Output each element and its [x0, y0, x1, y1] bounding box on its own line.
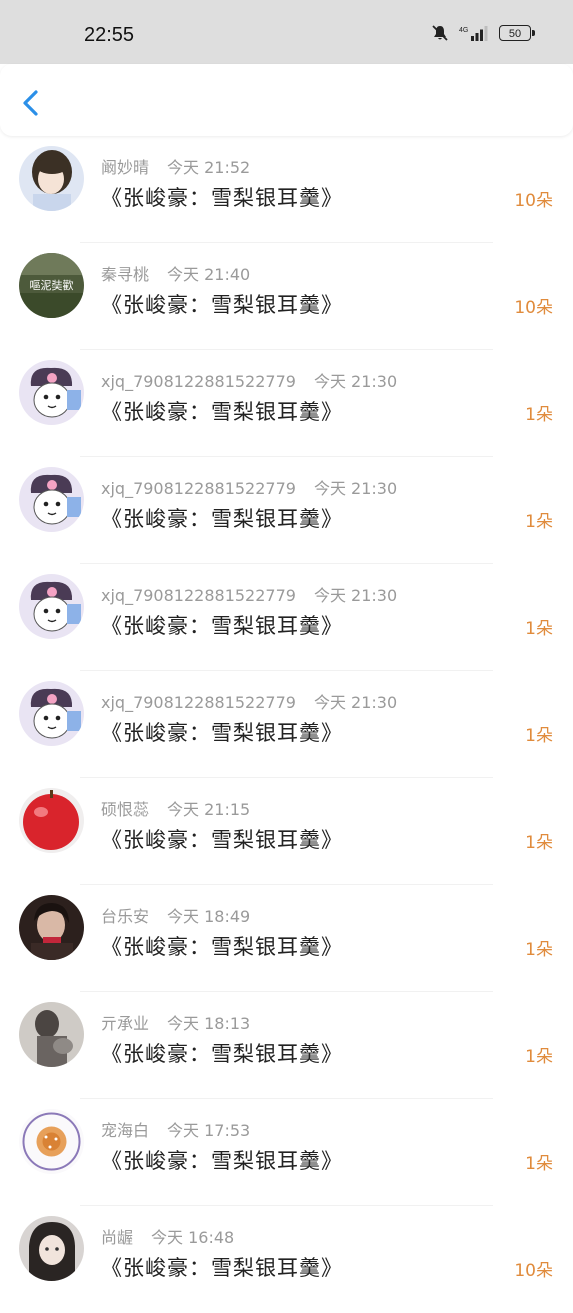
- record-meta: xjq_7908122881522779 今天 21:30: [101, 368, 397, 392]
- record-meta: 尚龌 今天 16:48: [101, 1224, 234, 1248]
- gift-count: 1朵: [525, 619, 553, 639]
- gift-name: 《张峻豪：雪梨银耳羹》: [101, 935, 343, 959]
- record-meta: 秦寻桃 今天 21:40: [101, 261, 250, 285]
- username: 亓承业: [101, 1014, 150, 1033]
- record-meta: xjq_7908122881522779 今天 21:30: [101, 582, 397, 606]
- record-meta: 阚妙晴 今天 21:52: [101, 154, 250, 178]
- record-meta: xjq_7908122881522779 今天 21:30: [101, 689, 397, 713]
- list-item[interactable]: 亓承业 今天 18:13 《张峻豪：雪梨银耳羹》 1朵: [0, 992, 573, 1099]
- record-meta: 亓承业 今天 18:13: [101, 1010, 250, 1034]
- avatar[interactable]: 嘔泥奘歡: [19, 253, 84, 318]
- username: xjq_7908122881522779: [101, 693, 296, 712]
- gift-count: 1朵: [525, 512, 553, 532]
- list-item[interactable]: 台乐安 今天 18:49 《张峻豪：雪梨银耳羹》 1朵: [0, 885, 573, 992]
- gift-count: 1朵: [525, 833, 553, 853]
- record-time: 今天 21:30: [313, 479, 398, 498]
- back-button[interactable]: [16, 86, 48, 120]
- username: 阚妙晴: [101, 158, 150, 177]
- avatar[interactable]: [19, 467, 84, 532]
- gift-count: 1朵: [525, 405, 553, 425]
- username: xjq_7908122881522779: [101, 586, 296, 605]
- username: xjq_7908122881522779: [101, 479, 296, 498]
- gift-name: 《张峻豪：雪梨银耳羹》: [101, 1042, 343, 1066]
- gift-name: 《张峻豪：雪梨银耳羹》: [101, 507, 343, 531]
- username: 秦寻桃: [101, 265, 150, 284]
- nav-bar: [0, 64, 573, 136]
- avatar[interactable]: [19, 146, 84, 211]
- record-meta: xjq_7908122881522779 今天 21:30: [101, 475, 397, 499]
- list-item[interactable]: xjq_7908122881522779 今天 21:30 《张峻豪：雪梨银耳羹》…: [0, 671, 573, 778]
- record-time: 今天 21:30: [313, 372, 398, 391]
- status-icons: 4G 50: [431, 24, 535, 42]
- battery-icon: 50: [499, 25, 535, 41]
- gift-record-list: 阚妙晴 今天 21:52 《张峻豪：雪梨银耳羹》 10朵 嘔泥奘歡 秦寻桃 今天 2…: [0, 136, 573, 1313]
- record-time: 今天 18:13: [167, 1014, 251, 1033]
- chevron-left-icon: [23, 90, 38, 116]
- username: xjq_7908122881522779: [101, 372, 296, 391]
- record-time: 今天 21:40: [167, 265, 251, 284]
- list-item[interactable]: 尚龌 今天 16:48 《张峻豪：雪梨银耳羹》 10朵: [0, 1206, 573, 1313]
- record-meta: 台乐安 今天 18:49: [101, 903, 250, 927]
- gift-count: 10朵: [514, 191, 553, 211]
- gift-count: 10朵: [514, 298, 553, 318]
- avatar[interactable]: [19, 895, 84, 960]
- mute-bell-icon: [431, 24, 449, 42]
- record-time: 今天 21:15: [167, 800, 251, 819]
- gift-name: 《张峻豪：雪梨银耳羹》: [101, 721, 343, 745]
- avatar[interactable]: [19, 360, 84, 425]
- gift-count: 1朵: [525, 940, 553, 960]
- record-meta: 硕恨蕊 今天 21:15: [101, 796, 250, 820]
- list-item[interactable]: 阚妙晴 今天 21:52 《张峻豪：雪梨银耳羹》 10朵: [0, 136, 573, 243]
- record-time: 今天 21:30: [313, 586, 398, 605]
- gift-count: 10朵: [514, 1261, 553, 1281]
- gift-name: 《张峻豪：雪梨银耳羹》: [101, 293, 343, 317]
- avatar-badge-text: 嘔泥奘歡: [30, 278, 74, 292]
- list-item[interactable]: xjq_7908122881522779 今天 21:30 《张峻豪：雪梨银耳羹》…: [0, 350, 573, 457]
- gift-count: 1朵: [525, 726, 553, 746]
- record-time: 今天 17:53: [167, 1121, 251, 1140]
- record-meta: 宠海白 今天 17:53: [101, 1117, 250, 1141]
- gift-name: 《张峻豪：雪梨银耳羹》: [101, 614, 343, 638]
- avatar[interactable]: [19, 1002, 84, 1067]
- gift-name: 《张峻豪：雪梨银耳羹》: [101, 400, 343, 424]
- avatar[interactable]: [19, 574, 84, 639]
- list-item[interactable]: xjq_7908122881522779 今天 21:30 《张峻豪：雪梨银耳羹》…: [0, 564, 573, 671]
- username: 宠海白: [101, 1121, 150, 1140]
- username: 尚龌: [101, 1228, 134, 1247]
- avatar[interactable]: [19, 788, 84, 853]
- record-time: 今天 21:30: [313, 693, 398, 712]
- list-item[interactable]: xjq_7908122881522779 今天 21:30 《张峻豪：雪梨银耳羹》…: [0, 457, 573, 564]
- gift-name: 《张峻豪：雪梨银耳羹》: [101, 186, 343, 210]
- list-item[interactable]: 硕恨蕊 今天 21:15 《张峻豪：雪梨银耳羹》 1朵: [0, 778, 573, 885]
- username: 台乐安: [101, 907, 150, 926]
- list-item[interactable]: 嘔泥奘歡 秦寻桃 今天 21:40 《张峻豪：雪梨银耳羹》 10朵: [0, 243, 573, 350]
- gift-name: 《张峻豪：雪梨银耳羹》: [101, 828, 343, 852]
- svg-text:4G: 4G: [459, 27, 468, 34]
- status-bar: 22:55 4G 50: [0, 0, 573, 64]
- record-time: 今天 21:52: [167, 158, 251, 177]
- gift-name: 《张峻豪：雪梨银耳羹》: [101, 1256, 343, 1280]
- list-item[interactable]: 宠海白 今天 17:53 《张峻豪：雪梨银耳羹》 1朵: [0, 1099, 573, 1206]
- username: 硕恨蕊: [101, 800, 150, 819]
- record-time: 今天 18:49: [167, 907, 251, 926]
- record-time: 今天 16:48: [151, 1228, 235, 1247]
- avatar[interactable]: [19, 681, 84, 746]
- avatar[interactable]: [19, 1216, 84, 1281]
- gift-count: 1朵: [525, 1154, 553, 1174]
- gift-name: 《张峻豪：雪梨银耳羹》: [101, 1149, 343, 1173]
- signal-icon: 4G: [459, 24, 489, 42]
- avatar[interactable]: [19, 1109, 84, 1174]
- status-time: 22:55: [84, 24, 135, 46]
- gift-count: 1朵: [525, 1047, 553, 1067]
